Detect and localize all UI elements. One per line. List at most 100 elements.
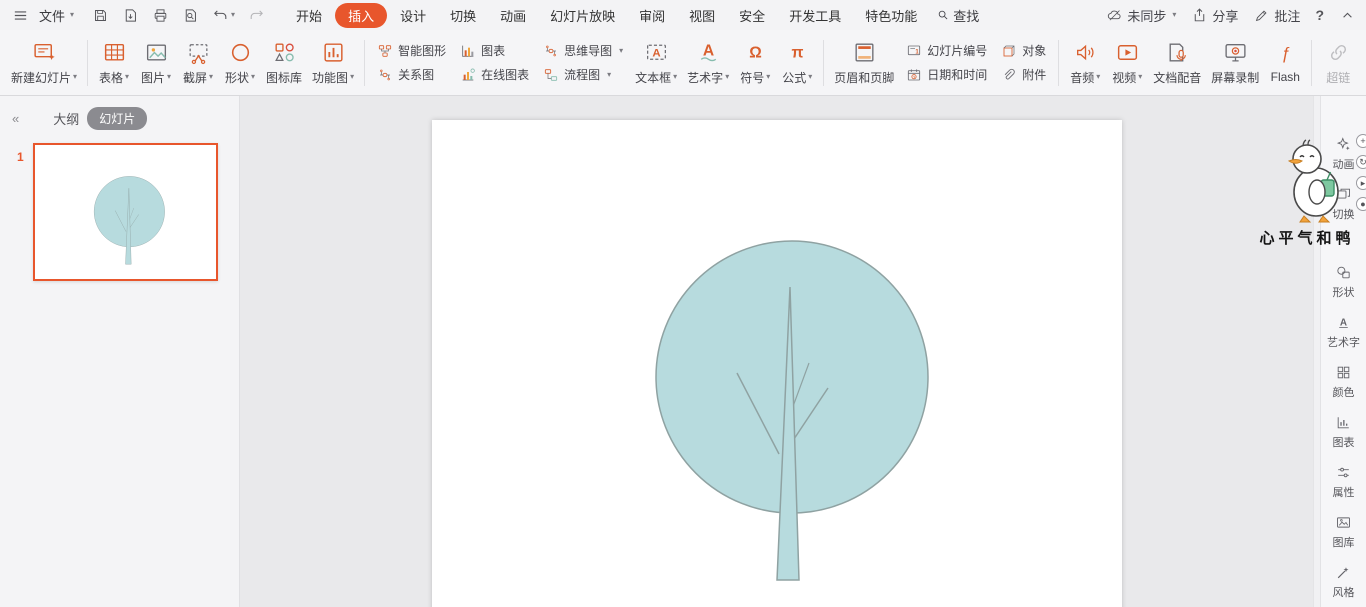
ribbon-button-audio[interactable]: 音频▾ [1064,33,1106,93]
panel-item-gallery[interactable]: 图库 [1333,514,1355,550]
ribbon-button-image[interactable]: 图片▾ [135,33,177,93]
attachment-icon [1001,67,1017,83]
slide-thumbnail-tree [35,145,216,279]
panel-item-shapes[interactable]: 形状 [1333,264,1355,300]
ribbon-button-mindmap[interactable]: 思维导图 ▾ [543,42,623,59]
collapse-ribbon-button[interactable] [1339,7,1356,24]
search-icon [936,8,950,22]
tab-outline[interactable]: 大纲 [53,109,79,128]
ribbon-button-hyperlink[interactable]: 超链 [1317,33,1359,93]
shapes-icon [1335,264,1352,281]
textbox-icon [644,40,669,65]
sticker-more-icon[interactable]: ● [1356,197,1366,211]
ribbon-button-symbol[interactable]: 符号▾ [734,33,776,93]
ribbon-button-icon-library[interactable]: 图标库 [261,33,307,93]
editing-canvas[interactable] [240,96,1313,607]
ribbon-button-wordart[interactable]: 艺术字▾ [682,33,734,93]
ribbon-button-screenshot[interactable]: 截屏▾ [177,33,219,93]
tab-slideshow[interactable]: 幻灯片放映 [539,3,626,28]
panel-item-wordart[interactable]: 艺术字 [1327,314,1360,350]
redo-icon [248,7,265,24]
ribbon-button-formula[interactable]: 公式▾ [776,33,818,93]
redo-button[interactable] [246,5,267,26]
chevron-down-icon: ▾ [766,73,770,81]
ribbon-button-screen-record[interactable]: 屏幕录制 [1206,33,1264,93]
duck-sticker[interactable] [1277,136,1351,224]
ribbon-button-new-slide[interactable]: 新建幻灯片▾ [6,33,82,93]
ribbon-button-flowchart[interactable]: 流程图 ▾ [543,66,623,83]
ribbon-button-func-chart[interactable]: 功能图▾ [307,33,359,93]
ribbon-button-table[interactable]: 表格▾ [93,33,135,93]
export-icon [122,7,139,24]
ribbon-button-attachment[interactable]: 附件 [1001,66,1046,83]
search-button[interactable]: 查找 [936,6,979,25]
ribbon-button-slide-number[interactable]: 幻灯片编号 [906,42,987,59]
ribbon-button-doc-voice[interactable]: 文档配音 [1148,33,1206,93]
undo-icon [212,7,229,24]
tab-home[interactable]: 开始 [285,3,333,28]
ribbon-button-flash[interactable]: Flash [1264,33,1306,93]
undo-button[interactable]: ▾ [210,5,237,26]
sticker-refresh-icon[interactable]: ↻ [1356,155,1366,169]
ribbon-separator [1311,40,1312,86]
tab-review[interactable]: 审阅 [628,3,676,28]
sticker-play-icon[interactable]: ▸ [1356,176,1366,190]
comment-button[interactable]: 批注 [1253,6,1300,25]
slide[interactable] [432,120,1122,607]
tab-security[interactable]: 安全 [728,3,776,28]
panel-item-style[interactable]: 风格 [1333,564,1355,600]
chevron-down-icon: ▾ [70,11,74,19]
chevron-down-icon: ▾ [808,73,812,81]
chevron-down-icon: ▾ [619,47,623,55]
ribbon-button-online-chart[interactable]: 在线图表 [460,66,529,83]
chevron-down-icon: ▾ [607,71,611,79]
ribbon-button-textbox[interactable]: 文本框▾ [630,33,682,93]
sticker-zoom-icon[interactable]: + [1356,134,1366,148]
panel-item-chart[interactable]: 图表 [1333,414,1355,450]
ribbon-button-shapes[interactable]: 形状▾ [219,33,261,93]
tab-design[interactable]: 设计 [389,3,437,28]
tree-drawing[interactable] [432,120,1122,607]
sticker-controls: + ↻ ▸ ● [1356,134,1366,211]
share-button[interactable]: 分享 [1191,6,1238,25]
ribbon-button-chart[interactable]: 图表 [460,42,529,59]
mindmap-icon [543,43,559,59]
menubar: 文件 ▾ ▾ 开始 插入 设计 切换 动画 幻灯片放映 审阅 视图 安全 开发工… [0,0,1366,30]
ribbon-separator [87,40,88,86]
save-button[interactable] [90,5,111,26]
sync-status-button[interactable]: 未同步 ▾ [1106,6,1176,25]
hamburger-menu-icon[interactable] [10,5,31,26]
panel-item-properties[interactable]: 属性 [1333,464,1355,500]
tab-slides[interactable]: 幻灯片 [87,107,147,130]
cloud-sync-icon [1106,7,1123,24]
slide-thumbnail[interactable] [33,143,218,281]
video-icon [1115,40,1140,65]
export-button[interactable] [120,5,141,26]
tab-view[interactable]: 视图 [678,3,726,28]
print-preview-button[interactable] [180,5,201,26]
file-menu[interactable]: 文件 ▾ [33,4,80,27]
ribbon-button-header-footer[interactable]: 页眉和页脚 [829,33,899,93]
ribbon-button-smartart[interactable]: 智能图形 [377,42,446,59]
collapse-panel-icon[interactable]: « [12,111,17,126]
wordart-icon [1335,314,1352,331]
tab-devtools[interactable]: 开发工具 [778,3,852,28]
panel-item-color[interactable]: 颜色 [1333,364,1355,400]
table-icon [102,40,127,65]
tab-transition[interactable]: 切换 [439,3,487,28]
chart-icon [1335,414,1352,431]
help-button[interactable]: ? [1315,7,1324,23]
chevron-down-icon: ▾ [673,73,677,81]
tab-animation[interactable]: 动画 [489,3,537,28]
tab-insert[interactable]: 插入 [335,3,387,28]
ribbon-button-relation[interactable]: 关系图 [377,66,446,83]
ribbon-button-datetime[interactable]: 日期和时间 [906,66,987,83]
slide-index: 1 [17,150,24,164]
screenshot-icon [186,40,211,65]
ribbon-button-object[interactable]: 对象 [1001,42,1046,59]
chevron-down-icon: ▾ [1096,73,1100,81]
relation-diagram-icon [377,67,393,83]
print-button[interactable] [150,5,171,26]
tab-features[interactable]: 特色功能 [854,3,928,28]
ribbon-button-video[interactable]: 视频▾ [1106,33,1148,93]
